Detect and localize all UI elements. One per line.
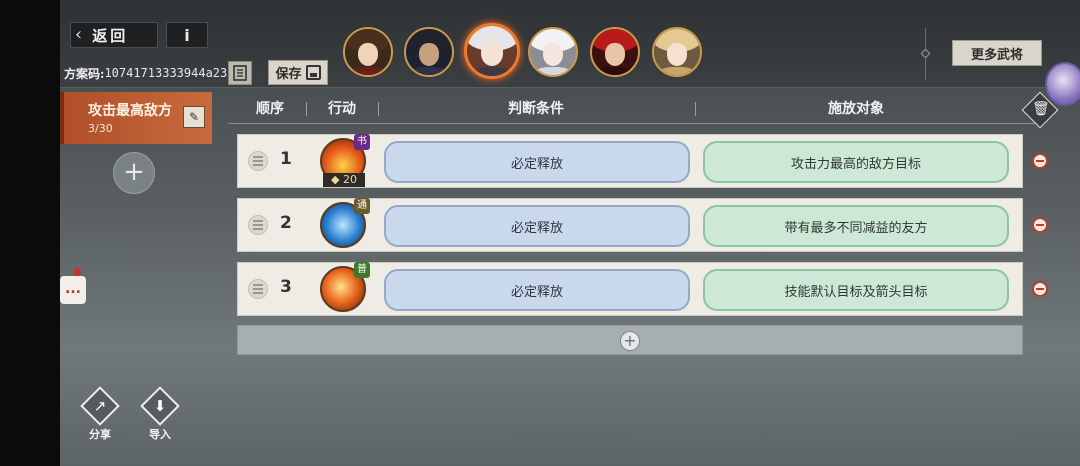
- column-separator: [378, 102, 379, 116]
- copy-code-button[interactable]: [228, 61, 252, 85]
- save-icon: [305, 65, 321, 80]
- hero-avatar-1[interactable]: [343, 27, 393, 77]
- app-screen: ‹ 返回 i 方案码: 10741713333944a23 保存 更多武将 攻击…: [0, 0, 1080, 466]
- skill-cost-value: 20: [342, 173, 357, 186]
- drag-handle-icon[interactable]: [248, 215, 268, 235]
- import-button[interactable]: ⬇ 导入: [140, 386, 180, 442]
- plus-icon: +: [620, 331, 640, 351]
- column-order: 顺序: [256, 101, 284, 117]
- row-order: 3: [280, 277, 292, 297]
- table-row: 1 书 ◆ 20 必定释放 攻击力最高的敌方目标: [237, 134, 1023, 188]
- column-separator: [306, 102, 307, 116]
- plan-code-label: 方案码:: [64, 66, 105, 81]
- table-row: 2 通 必定释放 带有最多不同减益的友方: [237, 198, 1023, 252]
- add-row-button[interactable]: +: [237, 325, 1023, 355]
- remove-row-icon[interactable]: [1032, 217, 1048, 233]
- trash-icon: 🗑: [1032, 101, 1050, 117]
- skill-water-hand-icon[interactable]: 通: [320, 198, 370, 248]
- plan-code: 方案码: 10741713333944a23: [64, 61, 227, 85]
- drag-handle-icon[interactable]: [248, 279, 268, 299]
- skill-cost: ◆ 20: [323, 173, 365, 187]
- notification-dot: [73, 268, 81, 276]
- condition-field[interactable]: 必定释放: [384, 269, 690, 311]
- share-label: 分享: [89, 428, 111, 441]
- back-label: 返回: [92, 26, 129, 45]
- copy-icon: [233, 65, 247, 81]
- skill-tag: 书: [354, 134, 370, 150]
- target-field[interactable]: 攻击力最高的敌方目标: [703, 141, 1009, 183]
- hero-avatar-6[interactable]: [652, 27, 702, 77]
- plan-count: 3/30: [88, 122, 113, 135]
- plan-code-value: 10741713333944a23: [104, 66, 228, 80]
- add-plan-button[interactable]: +: [113, 152, 155, 194]
- drag-handle-icon[interactable]: [248, 151, 268, 171]
- edit-plan-button[interactable]: ✎: [183, 106, 205, 128]
- remove-row-icon[interactable]: [1032, 281, 1048, 297]
- info-button[interactable]: i: [166, 22, 208, 48]
- column-separator: [695, 102, 696, 116]
- save-label: 保存: [275, 67, 302, 82]
- save-button[interactable]: 保存: [268, 60, 328, 85]
- table-header: 顺序 行动 判断条件 施放对象: [228, 96, 1036, 124]
- condition-field[interactable]: 必定释放: [384, 205, 690, 247]
- chat-button[interactable]: ...: [60, 276, 86, 304]
- share-button[interactable]: ↗ 分享: [80, 386, 120, 442]
- plan-name: 攻击最高敌方: [88, 103, 172, 119]
- target-field[interactable]: 技能默认目标及箭头目标: [703, 269, 1009, 311]
- pencil-icon: ✎: [188, 110, 200, 124]
- column-condition: 判断条件: [508, 101, 564, 117]
- hero-avatar-2[interactable]: [404, 27, 454, 77]
- import-label: 导入: [149, 428, 171, 441]
- target-field[interactable]: 带有最多不同减益的友方: [703, 205, 1009, 247]
- back-button[interactable]: ‹ 返回: [70, 22, 158, 48]
- column-action: 行动: [328, 101, 356, 117]
- hero-avatar-5[interactable]: [590, 27, 640, 77]
- column-target: 施放对象: [828, 101, 884, 117]
- chevron-left-icon: ‹: [75, 24, 83, 45]
- skill-tag: 普: [354, 262, 370, 278]
- condition-field[interactable]: 必定释放: [384, 141, 690, 183]
- hero-avatar-4[interactable]: [528, 27, 578, 77]
- skill-tag: 通: [354, 198, 370, 214]
- table-row: 3 普 必定释放 技能默认目标及箭头目标: [237, 262, 1023, 316]
- side-hero-avatar[interactable]: [1045, 62, 1080, 106]
- row-order: 1: [280, 149, 292, 169]
- hero-avatar-3-selected[interactable]: [464, 23, 520, 79]
- remove-row-icon[interactable]: [1032, 153, 1048, 169]
- skill-fire-strike-icon[interactable]: 普: [320, 262, 370, 312]
- row-order: 2: [280, 213, 292, 233]
- more-generals-button[interactable]: 更多武将: [952, 40, 1042, 66]
- left-edge: [0, 0, 60, 466]
